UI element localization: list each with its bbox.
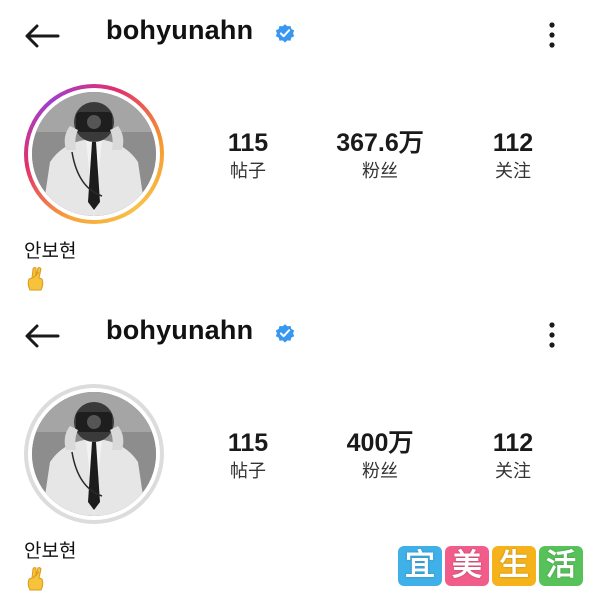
display-name: 안보현 <box>24 241 77 262</box>
more-options-icon[interactable] <box>540 20 564 50</box>
posts-count: 115 <box>227 429 269 457</box>
crossed-fingers-emoji-icon <box>27 567 44 591</box>
profile-panel-1: bohyunahn 115 帖子 367.6万 粉丝 112 关注 안보현 <box>0 0 600 300</box>
posts-count: 115 <box>227 129 269 157</box>
followers-stat[interactable]: 367.6万 粉丝 <box>310 128 450 184</box>
watermark-char: 活 <box>539 546 583 586</box>
posts-label: 帖子 <box>230 161 266 181</box>
username: bohyunahn <box>106 15 254 45</box>
avatar-photo <box>32 392 156 516</box>
watermark-char: 生 <box>492 546 536 586</box>
back-arrow-icon[interactable] <box>22 22 62 50</box>
profile-avatar[interactable] <box>24 384 164 524</box>
followers-label: 粉丝 <box>362 461 398 481</box>
followers-count: 400万 <box>346 429 414 457</box>
crossed-fingers-emoji-icon <box>27 267 44 291</box>
following-count: 112 <box>492 429 534 457</box>
following-count: 112 <box>492 129 534 157</box>
following-stat[interactable]: 112 关注 <box>443 128 583 184</box>
followers-label: 粉丝 <box>362 161 398 181</box>
following-stat[interactable]: 112 关注 <box>443 428 583 484</box>
avatar-photo <box>32 92 156 216</box>
profile-avatar-story-ring[interactable] <box>24 84 164 224</box>
username: bohyunahn <box>106 315 254 345</box>
display-name: 안보현 <box>24 541 77 562</box>
verified-badge-icon <box>275 324 295 343</box>
posts-stat[interactable]: 115 帖子 <box>178 128 318 184</box>
watermark-char: 美 <box>445 546 489 586</box>
following-label: 关注 <box>495 461 531 481</box>
verified-badge-icon <box>275 24 295 43</box>
followers-stat[interactable]: 400万 粉丝 <box>310 428 450 484</box>
followers-count: 367.6万 <box>336 129 424 157</box>
following-label: 关注 <box>495 161 531 181</box>
posts-stat[interactable]: 115 帖子 <box>178 428 318 484</box>
watermark-char: 宜 <box>398 546 442 586</box>
posts-label: 帖子 <box>230 461 266 481</box>
watermark-logo: 宜 美 生 活 <box>398 546 584 586</box>
more-options-icon[interactable] <box>540 320 564 350</box>
back-arrow-icon[interactable] <box>22 322 62 350</box>
